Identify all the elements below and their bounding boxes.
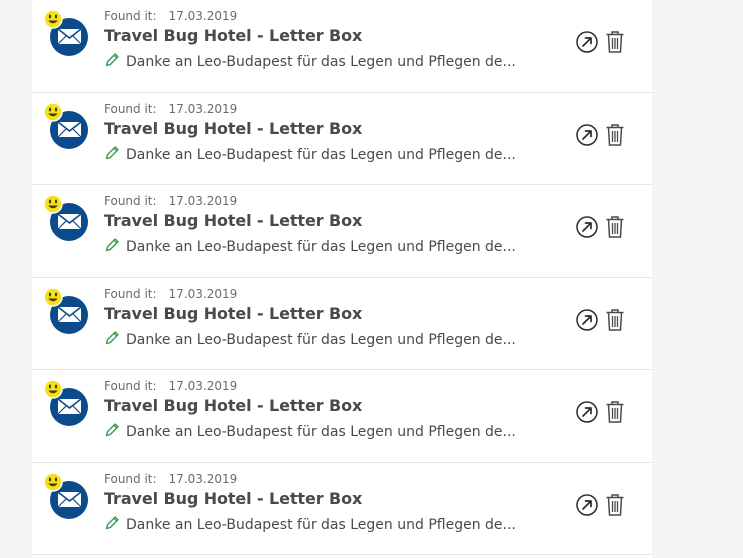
trash-icon [606,216,624,238]
trash-icon [606,123,624,146]
log-list: Found it: 17.03.2019 Travel Bug Hotel - L… [32,0,652,558]
log-text: Danke an Leo-Budapest für das Legen und … [126,239,516,255]
open-external-arrow-icon [576,31,598,53]
trash-icon [606,31,624,53]
log-text-row: Danke an Leo-Budapest für das Legen und … [104,237,516,257]
log-type-label: Found it: [104,9,157,23]
log-meta: Found it: 17.03.2019 [104,194,237,208]
log-date: 17.03.2019 [168,194,238,208]
pencil-icon [104,145,120,165]
delete-log-button[interactable] [605,123,625,147]
trash-icon [606,493,624,516]
log-text-row: Danke an Leo-Budapest für das Legen und … [104,515,516,535]
log-text: Danke an Leo-Budapest für das Legen und … [126,54,516,70]
open-log-button[interactable] [576,216,598,238]
open-log-button[interactable] [576,493,598,516]
log-text-row: Danke an Leo-Budapest für das Legen und … [104,330,516,350]
log-text: Danke an Leo-Budapest für das Legen und … [126,331,516,348]
letterbox-cache-icon [45,101,93,150]
log-entry[interactable]: Found it: 17.03.2019 Travel Bug Hotel - L… [32,370,652,463]
open-log-button[interactable] [576,308,598,331]
log-text-row: Danke an Leo-Budapest für das Legen und … [104,52,516,72]
log-text: Danke an Leo-Budapest für das Legen und … [126,516,516,533]
letterbox-cache-icon [45,194,93,242]
log-text-row: Danke an Leo-Budapest für das Legen und … [104,145,516,165]
letterbox-cache-icon [45,9,93,57]
open-external-arrow-icon [576,493,598,516]
open-log-button[interactable] [576,401,598,423]
trash-icon [606,401,624,423]
open-external-arrow-icon [576,401,598,423]
pencil-icon [104,515,120,535]
pencil-icon [104,52,120,72]
log-type-label: Found it: [104,101,157,116]
log-type-label: Found it: [104,379,157,393]
cache-name[interactable]: Travel Bug Hotel - Letter Box [104,396,362,415]
log-entry[interactable]: Found it: 17.03.2019 Travel Bug Hotel - L… [32,0,652,93]
log-meta: Found it: 17.03.2019 [104,287,237,301]
open-log-button[interactable] [576,123,598,146]
cache-name[interactable]: Travel Bug Hotel - Letter Box [104,211,362,230]
log-type-label: Found it: [104,471,157,486]
cache-name[interactable]: Travel Bug Hotel - Letter Box [104,304,362,323]
smiley-found-icon [45,9,63,29]
smiley-found-icon [45,471,63,492]
log-entry[interactable]: Found it: 17.03.2019 Travel Bug Hotel - L… [32,277,652,370]
log-text: Danke an Leo-Budapest für das Legen und … [126,146,516,163]
letterbox-cache-icon [45,471,93,520]
open-external-arrow-icon [576,308,598,331]
right-gutter [652,0,743,558]
log-entry[interactable]: Found it: 17.03.2019 Travel Bug Hotel - L… [32,462,652,555]
log-date: 17.03.2019 [168,471,238,486]
log-meta: Found it: 17.03.2019 [104,472,237,486]
delete-log-button[interactable] [605,215,625,239]
log-entry[interactable]: Found it: 17.03.2019 Travel Bug Hotel - L… [32,92,652,185]
letterbox-cache-icon [45,286,93,335]
log-meta: Found it: 17.03.2019 [104,102,237,116]
log-date: 17.03.2019 [168,9,238,23]
cache-name[interactable]: Travel Bug Hotel - Letter Box [104,489,362,508]
left-gutter [0,0,32,558]
pencil-icon [104,422,120,442]
open-log-button[interactable] [576,31,598,53]
smiley-found-icon [45,379,63,399]
open-external-arrow-icon [576,216,598,238]
log-meta: Found it: 17.03.2019 [104,9,237,23]
log-type-label: Found it: [104,194,157,208]
smiley-found-icon [45,286,63,307]
trash-icon [606,308,624,331]
log-entry[interactable]: Found it: 17.03.2019 Travel Bug Hotel - L… [32,185,652,278]
delete-log-button[interactable] [605,493,625,517]
log-meta: Found it: 17.03.2019 [104,379,237,393]
delete-log-button[interactable] [605,308,625,332]
log-text-row: Danke an Leo-Budapest für das Legen und … [104,422,516,442]
log-type-label: Found it: [104,286,157,301]
log-date: 17.03.2019 [168,286,238,301]
log-text: Danke an Leo-Budapest für das Legen und … [126,424,516,440]
pencil-icon [104,237,120,257]
delete-log-button[interactable] [605,30,625,54]
cache-name[interactable]: Travel Bug Hotel - Letter Box [104,26,362,45]
letterbox-cache-icon [45,379,93,427]
open-external-arrow-icon [576,123,598,146]
cache-name[interactable]: Travel Bug Hotel - Letter Box [104,119,362,138]
delete-log-button[interactable] [605,400,625,424]
smiley-found-icon [45,101,63,122]
smiley-found-icon [45,194,63,214]
pencil-icon [104,330,120,350]
log-date: 17.03.2019 [168,379,238,393]
log-date: 17.03.2019 [168,101,238,116]
